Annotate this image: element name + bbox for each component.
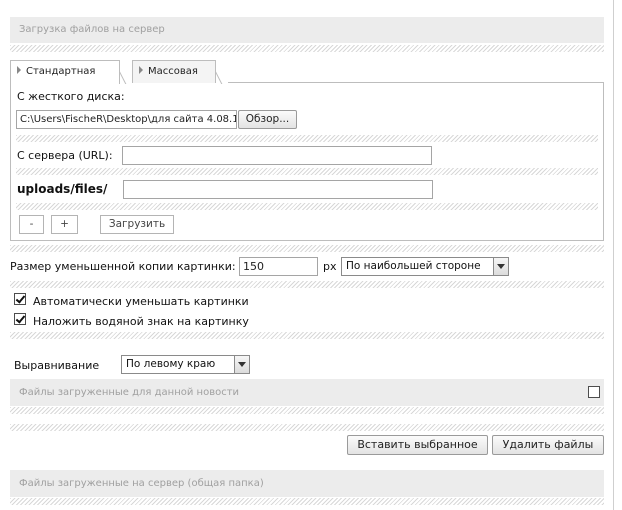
tab-standard[interactable]: Стандартная xyxy=(10,60,120,84)
server-files-header: Файлы загруженные на сервер (общая папка… xyxy=(10,470,604,497)
uploads-filename-input[interactable] xyxy=(123,180,433,199)
divider xyxy=(16,168,598,175)
divider xyxy=(10,407,604,414)
watermark-checkbox[interactable] xyxy=(14,313,26,325)
select-all-checkbox[interactable] xyxy=(588,386,600,398)
resize-mode-select[interactable]: По наибольшей стороне xyxy=(341,257,509,276)
divider xyxy=(10,424,604,431)
resize-size-input[interactable]: 150 xyxy=(239,257,318,276)
tab-edge xyxy=(119,60,131,84)
tab-arrow-icon xyxy=(17,66,21,74)
news-files-title: Файлы загруженные для данной новости xyxy=(19,387,240,398)
uploads-path-label: uploads/files/ xyxy=(17,182,108,196)
news-files-header: Файлы загруженные для данной новости xyxy=(10,379,604,406)
upload-window: Загрузка файлов на сервер Стандартная Ма… xyxy=(0,0,614,510)
divider xyxy=(10,45,604,52)
tab-edge xyxy=(215,60,227,84)
tab-bulk-label: Массовая xyxy=(148,66,198,77)
resize-label: Размер уменьшенной копии картинки: xyxy=(10,260,236,273)
divider xyxy=(10,332,604,339)
insert-selected-button[interactable]: Вставить выбранное xyxy=(347,435,488,455)
align-select[interactable]: По левому краю xyxy=(121,355,250,374)
chevron-down-icon xyxy=(234,356,249,373)
watermark-label: Наложить водяной знак на картинку xyxy=(33,315,249,328)
file-path-input[interactable]: C:\Users\FischeR\Desktop\для сайта 4.08.… xyxy=(16,110,237,129)
align-value: По левому краю xyxy=(126,358,216,370)
align-label: Выравнивание xyxy=(14,359,100,372)
add-field-button[interactable]: + xyxy=(51,215,78,234)
divider xyxy=(10,281,604,288)
divider xyxy=(10,245,604,252)
chevron-down-icon xyxy=(493,258,508,275)
upload-section-header: Загрузка файлов на сервер xyxy=(10,17,604,43)
upload-section-title: Загрузка файлов на сервер xyxy=(19,24,165,35)
divider xyxy=(10,498,604,505)
url-input[interactable] xyxy=(122,146,432,165)
browse-button[interactable]: Обзор... xyxy=(238,110,297,129)
server-files-title: Файлы загруженные на сервер (общая папка… xyxy=(19,478,264,489)
url-label: С сервера (URL): xyxy=(17,149,113,162)
tab-arrow-icon xyxy=(139,66,143,74)
auto-resize-label: Автоматически уменьшать картинки xyxy=(33,295,249,308)
auto-resize-checkbox[interactable] xyxy=(14,293,26,305)
resize-mode-value: По наибольшей стороне xyxy=(346,260,481,272)
local-file-label: С жесткого диска: xyxy=(17,90,125,103)
remove-field-button[interactable]: - xyxy=(19,215,44,234)
divider xyxy=(16,203,598,210)
upload-button[interactable]: Загрузить xyxy=(100,215,174,234)
divider xyxy=(16,135,598,142)
tab-standard-label: Стандартная xyxy=(26,66,96,77)
delete-files-button[interactable]: Удалить файлы xyxy=(492,435,604,455)
resize-unit-label: px xyxy=(323,260,337,273)
tab-bulk[interactable]: Массовая xyxy=(132,60,216,83)
